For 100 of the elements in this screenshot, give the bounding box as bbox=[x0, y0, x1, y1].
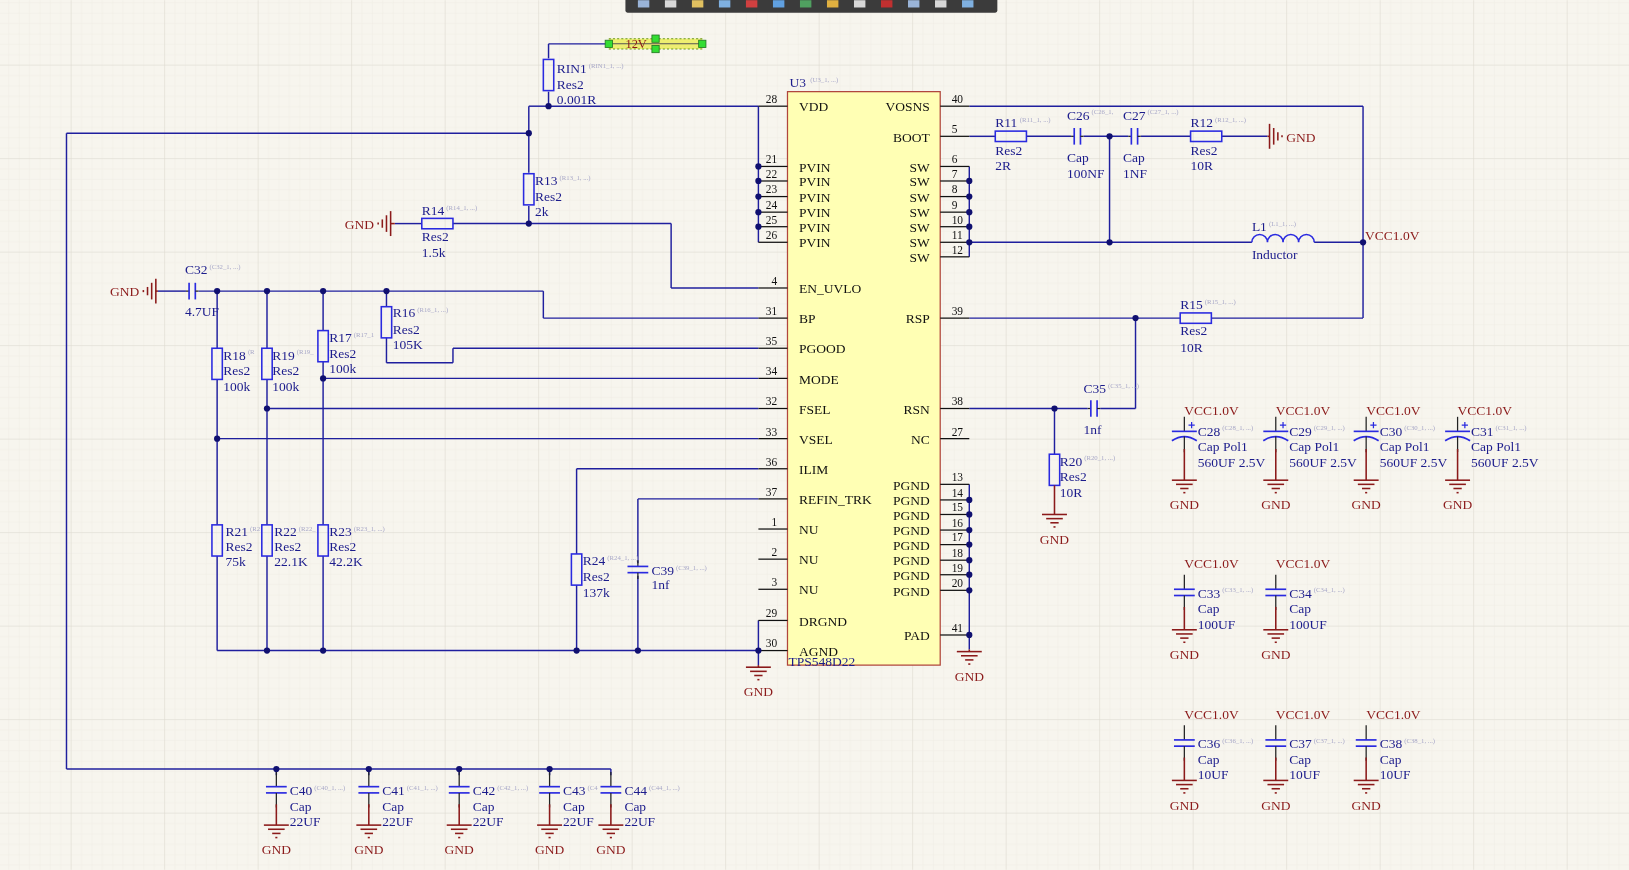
component-comment: Res2 bbox=[225, 538, 253, 554]
pin-number: 31 bbox=[765, 305, 778, 317]
pin-name: SW bbox=[909, 189, 930, 205]
component-value: 1NF bbox=[1123, 165, 1148, 181]
pin-name: PGND bbox=[893, 523, 930, 539]
pin-number: 35 bbox=[765, 335, 778, 348]
component-designator: C34 bbox=[1289, 585, 1312, 601]
pin-name: SW bbox=[909, 205, 930, 221]
power-label: GND bbox=[1169, 797, 1199, 813]
component-designator: C39 bbox=[651, 562, 674, 578]
component-value: 100k bbox=[329, 361, 357, 377]
power-label: GND bbox=[1169, 646, 1199, 662]
component-value: 560UF 2.5V bbox=[1471, 454, 1539, 470]
pin-name: MODE bbox=[798, 371, 839, 387]
pin-number: 7 bbox=[951, 167, 958, 180]
component-designator: C29 bbox=[1289, 423, 1312, 439]
pin-name: SW bbox=[909, 174, 930, 190]
component-value: 75k bbox=[225, 554, 246, 570]
component-comment: Cap bbox=[624, 798, 647, 814]
component-designator: R23 bbox=[329, 524, 352, 540]
pin-number: 26 bbox=[765, 229, 778, 242]
pin-number: 2 bbox=[771, 546, 778, 559]
pin-name: PAD bbox=[904, 628, 930, 644]
pin-name: ILIM bbox=[798, 461, 829, 477]
pin-name: NU bbox=[798, 522, 819, 538]
component-comment: Cap Pol1 bbox=[1379, 439, 1430, 455]
power-label: VCC1.0V bbox=[1275, 707, 1331, 723]
power-label: GND bbox=[354, 842, 384, 858]
component-comment: Cap bbox=[1379, 751, 1402, 767]
power-label: GND bbox=[954, 668, 984, 684]
pin-name: PGND bbox=[893, 507, 930, 523]
power-label: GND bbox=[534, 842, 565, 858]
component-designator: R22 bbox=[274, 524, 297, 540]
pin-number: 13 bbox=[951, 471, 964, 484]
component-comment: Res2 bbox=[392, 321, 420, 337]
component-value: 1nf bbox=[651, 577, 670, 593]
component-designator: C43 bbox=[563, 783, 586, 798]
component-value: 100UF bbox=[1197, 616, 1236, 632]
pin-number: 11 bbox=[951, 229, 963, 242]
component-designator: C41 bbox=[382, 783, 405, 798]
component-value: 22UF bbox=[472, 814, 504, 830]
pin-name: NU bbox=[798, 582, 819, 598]
component-designator: C37 bbox=[1289, 736, 1312, 752]
power-label: VCC1.0V bbox=[1275, 556, 1331, 572]
component-comment: Inductor bbox=[1251, 246, 1298, 262]
component-designator: U3 bbox=[789, 75, 807, 91]
pin-number: 4 bbox=[771, 274, 778, 287]
component-comment: Res2 bbox=[1059, 469, 1087, 485]
power-label: GND bbox=[261, 842, 291, 858]
component-designator: R24 bbox=[582, 553, 606, 569]
component-comment: Res2 bbox=[329, 538, 357, 554]
pin-number: 24 bbox=[765, 199, 778, 212]
pin-name: PVIN bbox=[798, 219, 831, 235]
pin-name: PGND bbox=[893, 583, 930, 599]
component-designator: C26 bbox=[1066, 107, 1090, 123]
component-comment: Cap Pol1 bbox=[1471, 439, 1521, 455]
component-comment: Res2 bbox=[535, 188, 563, 204]
component-value: 105K bbox=[392, 337, 423, 353]
pin-number: 29 bbox=[765, 607, 778, 620]
component-value: 10R bbox=[1180, 340, 1203, 356]
component-comment: Res2 bbox=[1180, 322, 1208, 338]
component-value: 100k bbox=[272, 378, 300, 394]
component-value: 22UF bbox=[382, 814, 414, 830]
power-label: GND bbox=[344, 216, 374, 232]
component-value: 1nf bbox=[1083, 422, 1102, 438]
pin-name: SW bbox=[909, 159, 930, 175]
component-value: 100NF bbox=[1066, 165, 1105, 181]
pin-name: REFIN_TRK bbox=[798, 492, 872, 508]
component-comment: Cap bbox=[472, 798, 495, 814]
component-comment: Cap Pol1 bbox=[1289, 439, 1340, 455]
pin-name: PGND bbox=[893, 537, 930, 553]
component-value: 100UF bbox=[1289, 616, 1327, 632]
pin-number: 18 bbox=[951, 547, 964, 560]
pin-name: PVIN bbox=[798, 159, 831, 175]
pin-number: 9 bbox=[951, 199, 958, 212]
component-designator: C35 bbox=[1083, 380, 1107, 396]
component-designator: C31 bbox=[1471, 423, 1494, 439]
pin-name: VDD bbox=[798, 99, 829, 115]
component-designator: R21 bbox=[225, 524, 248, 540]
component-comment: Cap bbox=[1123, 150, 1145, 166]
power-label: GND bbox=[596, 842, 626, 858]
pin-number: 28 bbox=[765, 93, 778, 106]
pin-number: 39 bbox=[951, 305, 964, 317]
pin-number: 17 bbox=[951, 531, 964, 544]
component-value: 10R bbox=[1059, 484, 1083, 500]
component-designator: C32 bbox=[184, 262, 208, 278]
pin-number: 3 bbox=[771, 576, 778, 589]
pin-number: 38 bbox=[951, 395, 964, 408]
pin-name: RSP bbox=[905, 311, 930, 327]
pin-name: SW bbox=[909, 250, 930, 265]
component-value: 100k bbox=[223, 378, 251, 394]
component-comment: Res2 bbox=[556, 76, 584, 92]
component-designator: L1 bbox=[1251, 218, 1267, 234]
pin-name: NU bbox=[798, 552, 819, 568]
component-designator: R13 bbox=[535, 173, 558, 189]
component-comment: Res2 bbox=[421, 229, 449, 245]
component-value: 1.5k bbox=[421, 244, 446, 260]
component-comment: Res2 bbox=[582, 568, 610, 584]
component-designator: R15 bbox=[1180, 296, 1203, 312]
component-value: 560UF 2.5V bbox=[1197, 454, 1266, 470]
